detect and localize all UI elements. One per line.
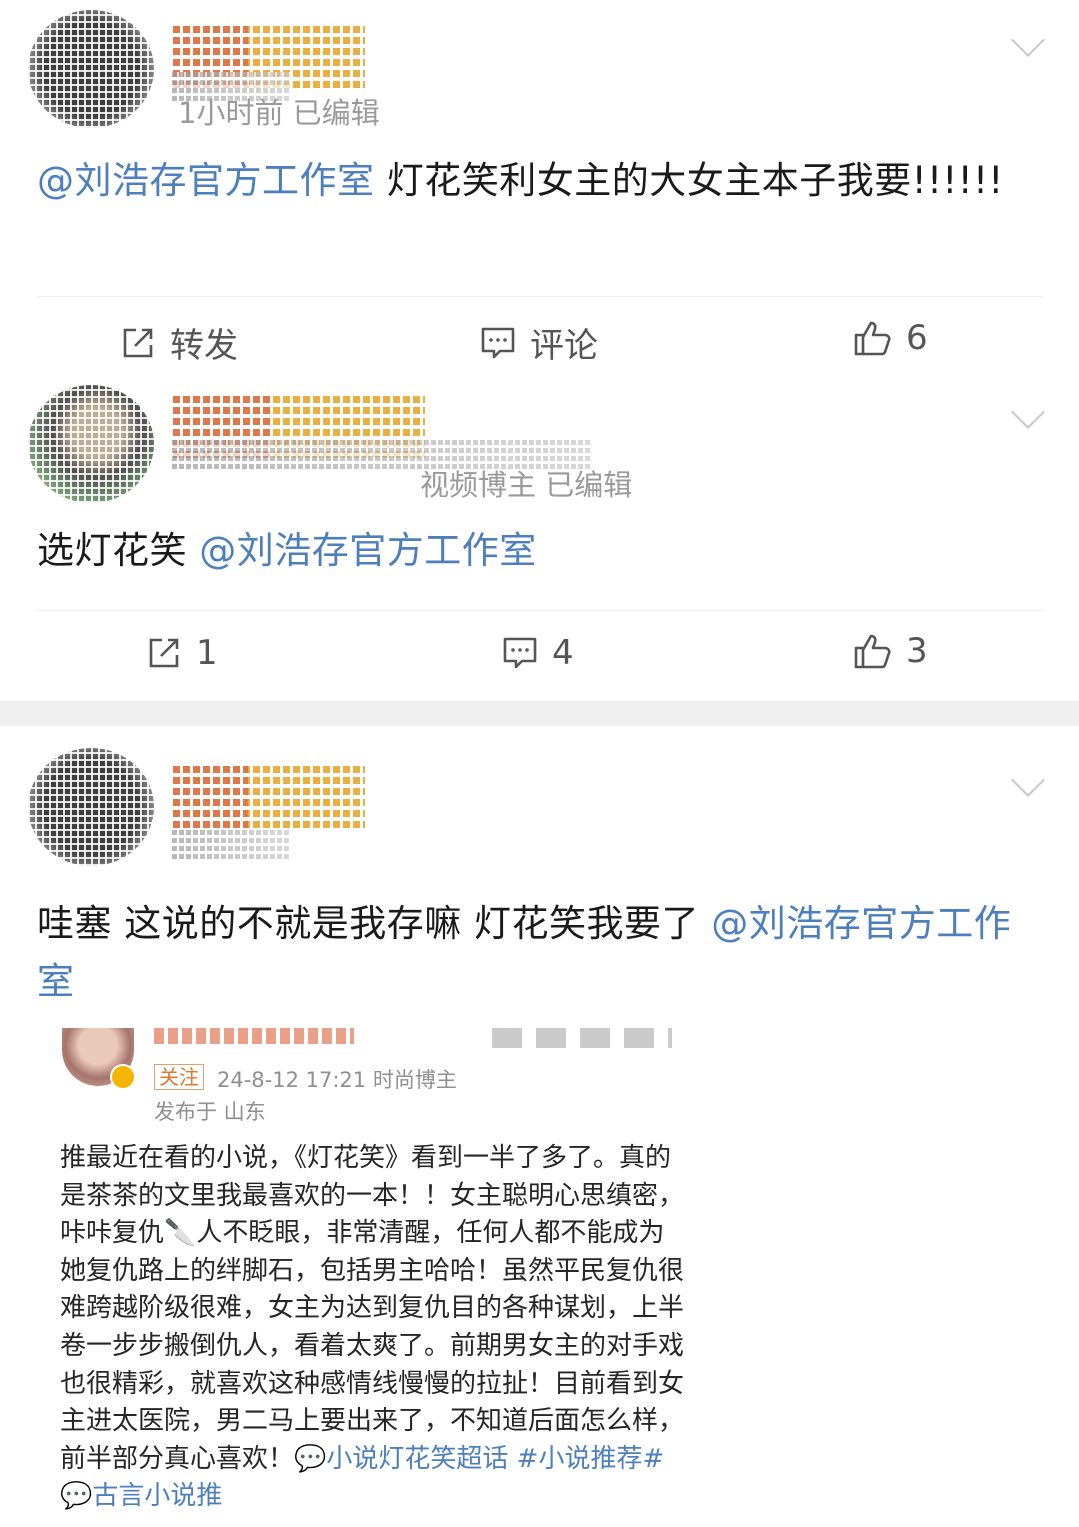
divider — [37, 296, 1043, 297]
like-icon — [852, 318, 892, 358]
post-meta: 视频博主 已编辑 — [420, 468, 633, 502]
chevron-down-icon[interactable] — [1011, 395, 1045, 429]
quote-username-cut — [154, 1028, 354, 1044]
post-content: 选灯花笑 @刘浩存官方工作室 — [37, 522, 1047, 580]
like-button[interactable]: 6 — [852, 318, 928, 358]
repost-button[interactable]: 1 — [146, 633, 218, 673]
section-separator — [0, 701, 1079, 726]
repost-icon — [120, 325, 156, 361]
comment-button[interactable]: 4 — [502, 633, 574, 673]
post-content: 哇塞 这说的不就是我存嘛 灯花笑我要了 @刘浩存官方工作室 — [37, 895, 1047, 1011]
quote-badges-cut — [492, 1028, 672, 1048]
post-meta: 1小时前 已编辑 — [178, 96, 380, 130]
follow-button: 关注 — [154, 1064, 204, 1090]
like-icon — [852, 631, 892, 671]
avatar[interactable] — [28, 748, 154, 866]
post-content: @刘浩存官方工作室 灯花笑利女主的大女主本子我要!!!!!! — [37, 152, 1047, 210]
meta-redacted — [170, 830, 290, 862]
quote-body: 推最近在看的小说，《灯花笑》看到一半了多了。真的是茶茶的文里我最喜欢的一本！！女… — [60, 1140, 685, 1516]
post-text: 哇塞 这说的不就是我存嘛 灯花笑我要了 — [37, 902, 712, 945]
comment-button[interactable]: 评论 — [480, 318, 598, 367]
avatar[interactable] — [28, 10, 154, 128]
chevron-down-icon[interactable] — [1011, 23, 1045, 57]
mention-link[interactable]: @刘浩存官方工作室 — [199, 529, 537, 572]
repost-count: 1 — [196, 633, 218, 673]
verified-badge-icon — [110, 1064, 136, 1090]
comment-count: 4 — [552, 633, 574, 673]
quoted-screenshot[interactable]: 关注 24-8-12 17:21 时尚博主 发布于 山东 推最近在看的小说，《灯… — [52, 1028, 692, 1527]
comment-icon — [502, 635, 538, 671]
avatar[interactable] — [28, 385, 154, 503]
repost-icon — [146, 635, 182, 671]
repost-button[interactable]: 转发 — [120, 318, 238, 367]
username-redacted[interactable] — [170, 762, 365, 832]
post-text: 选灯花笑 — [37, 529, 200, 572]
quote-location: 发布于 山东 — [154, 1100, 266, 1124]
quote-text: 推最近在看的小说，《灯花笑》看到一半了多了。真的是茶茶的文里我最喜欢的一本！！女… — [60, 1143, 685, 1474]
post-text: 灯花笑利女主的大女主本子我要!!!!!! — [374, 159, 1004, 202]
comment-label: 评论 — [530, 326, 598, 366]
like-button[interactable]: 3 — [852, 631, 928, 671]
divider — [37, 610, 1043, 611]
quote-meta: 24-8-12 17:21 时尚博主 — [217, 1068, 457, 1092]
like-count: 3 — [906, 631, 928, 671]
comment-icon — [480, 325, 516, 361]
mention-link[interactable]: @刘浩存官方工作室 — [37, 159, 375, 202]
like-count: 6 — [906, 318, 928, 358]
chevron-down-icon[interactable] — [1011, 763, 1045, 797]
repost-label: 转发 — [170, 326, 238, 366]
